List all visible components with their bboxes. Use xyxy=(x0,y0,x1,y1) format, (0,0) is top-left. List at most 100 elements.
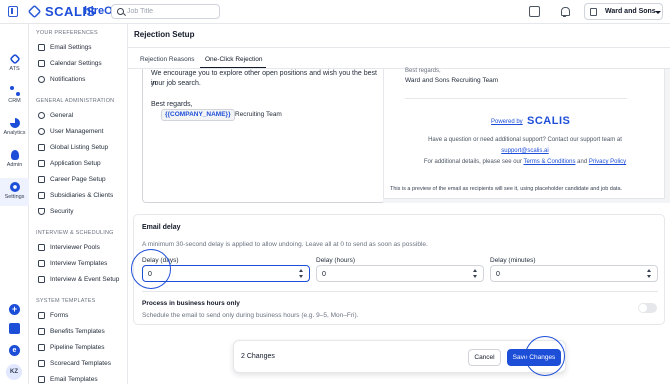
chevron-down-icon xyxy=(655,11,661,14)
nav-item-notifications[interactable]: Notifications xyxy=(36,74,126,87)
delay-minutes-input[interactable] xyxy=(496,269,636,279)
terms-link[interactable]: Terms & Conditions xyxy=(523,159,575,165)
nav-section-title: YOUR PREFERENCES xyxy=(36,30,98,36)
nav-item-benefits-templates[interactable]: Benefits Templates xyxy=(36,326,126,339)
e-logo-icon[interactable]: e xyxy=(9,345,20,356)
email-body-editor[interactable]: We encourage you to explore other open p… xyxy=(142,69,385,203)
nav-item-scorecard-templates[interactable]: Scorecard Templates xyxy=(36,358,126,371)
support-email-link[interactable]: support@scalis.ai xyxy=(501,148,548,154)
stepper-icon[interactable] xyxy=(473,268,479,279)
stepper-icon[interactable] xyxy=(647,268,653,279)
company-name-token[interactable]: {{COMPANY_NAME}} xyxy=(161,109,235,121)
delay-days-field[interactable] xyxy=(142,265,310,282)
stepper-icon[interactable] xyxy=(299,268,305,279)
rail-label: Admin xyxy=(6,162,23,168)
delay-hours-field[interactable] xyxy=(316,265,484,282)
business-hours-toggle[interactable] xyxy=(638,303,657,313)
rail-label: Settings xyxy=(4,194,25,200)
privacy-link[interactable]: Privacy Policy xyxy=(589,159,626,165)
search-icon xyxy=(117,8,124,15)
search-input[interactable] xyxy=(127,6,217,17)
benefits-icon xyxy=(38,328,45,335)
nav-section-title: GENERAL ADMINISTRATION xyxy=(36,98,115,104)
pool-icon xyxy=(38,244,45,251)
search-box[interactable] xyxy=(111,4,220,19)
pipeline-icon xyxy=(38,344,45,351)
template-icon xyxy=(38,260,45,267)
company-name: Ward and Sons xyxy=(605,8,656,15)
shield-icon xyxy=(38,208,45,215)
sidebar-toggle-icon[interactable] xyxy=(8,6,18,17)
rail-label: ATS xyxy=(9,66,20,72)
nav-item-interviewer-pools[interactable]: Interviewer Pools xyxy=(36,242,126,255)
chat-icon[interactable] xyxy=(529,6,540,17)
bell-icon[interactable] xyxy=(559,6,570,17)
nav-item-label: Application Setup xyxy=(50,160,101,167)
delay-minutes-field[interactable] xyxy=(490,265,658,282)
delay-minutes-label: Delay (minutes) xyxy=(490,257,536,264)
nav-item-global-listing-setup[interactable]: Global Listing Setup xyxy=(36,142,126,155)
unsaved-changes-bar: 2 Changes Cancel Save Changes xyxy=(233,340,566,373)
tab-rejection-reasons[interactable]: Rejection Reasons xyxy=(140,56,195,63)
rail-item-crm[interactable]: CRM xyxy=(0,86,29,104)
company-switcher[interactable]: Ward and Sons xyxy=(584,3,663,20)
avatar[interactable]: KZ xyxy=(6,364,22,380)
tab-one-click-rejection[interactable]: One-Click Rejection xyxy=(205,56,262,63)
app-rail: ATS CRM Analytics Admin Settings + e KZ xyxy=(0,24,29,384)
nav-item-career-page-setup[interactable]: Career Page Setup xyxy=(36,174,126,187)
rail-item-ats[interactable]: ATS xyxy=(0,53,29,72)
business-hours-title: Process in business hours only xyxy=(142,300,240,307)
preview-signature: Ward and Sons Recruiting Team xyxy=(405,77,499,84)
divider xyxy=(128,47,670,48)
settings-icon xyxy=(9,182,20,192)
delay-days-input[interactable] xyxy=(148,269,288,279)
user-plus-icon xyxy=(38,128,45,135)
nav-item-label: Pipeline Templates xyxy=(50,344,105,351)
rail-label: Analytics xyxy=(3,130,26,136)
nav-item-label: Forms xyxy=(50,312,69,319)
nav-item-forms[interactable]: Forms xyxy=(36,310,126,323)
listing-icon xyxy=(38,144,45,151)
nav-item-calendar-settings[interactable]: Calendar Settings xyxy=(36,58,126,71)
nav-item-general[interactable]: General xyxy=(36,110,126,123)
powered-by-link[interactable]: Powered by xyxy=(491,119,523,125)
divider xyxy=(405,98,627,99)
application-icon xyxy=(38,160,45,167)
nav-item-email-settings[interactable]: Email Settings xyxy=(36,42,126,55)
mail-icon xyxy=(38,376,45,383)
delay-days-label: Delay (days) xyxy=(142,257,179,264)
nav-item-user-management[interactable]: User Management xyxy=(36,126,126,139)
event-icon xyxy=(38,276,45,283)
nav-section-title: SYSTEM TEMPLATES xyxy=(36,298,96,304)
copy-icon[interactable] xyxy=(9,323,20,334)
nav-item-label: Career Page Setup xyxy=(50,176,106,183)
nav-item-application-setup[interactable]: Application Setup xyxy=(36,158,126,171)
delay-hours-label: Delay (hours) xyxy=(316,257,356,264)
nav-item-label: User Management xyxy=(50,128,104,135)
nav-item-interview-event-setup[interactable]: Interview & Event Setup xyxy=(36,274,126,287)
editor-line: Recruiting Team xyxy=(235,111,282,118)
notifications-icon xyxy=(38,76,45,83)
preview-brand-logo: SCALIS xyxy=(527,115,571,127)
delay-hours-input[interactable] xyxy=(322,269,462,279)
nav-item-label: Email Settings xyxy=(50,44,92,51)
nav-item-interview-templates[interactable]: Interview Templates xyxy=(36,258,126,271)
nav-item-security[interactable]: Security xyxy=(36,206,126,219)
nav-item-label: Benefits Templates xyxy=(50,328,105,335)
save-changes-button[interactable]: Save Changes xyxy=(507,349,561,366)
rail-item-admin[interactable]: Admin xyxy=(0,150,29,168)
add-icon[interactable]: + xyxy=(9,304,20,315)
editor-line: your job search. xyxy=(151,80,201,87)
rail-item-settings[interactable]: Settings xyxy=(0,178,29,206)
main-content: Rejection Setup Rejection Reasons One-Cl… xyxy=(128,24,670,384)
nav-item-subsidiaries-clients[interactable]: Subsidiaries & Clients xyxy=(36,190,126,203)
nav-item-email-templates[interactable]: Email Templates xyxy=(36,374,126,384)
nav-item-label: Interview Templates xyxy=(50,260,108,267)
cancel-button[interactable]: Cancel xyxy=(468,349,501,366)
business-hours-description: Schedule the email to send only during b… xyxy=(142,312,359,319)
delay-description: A minimum 30-second delay is applied to … xyxy=(142,241,428,248)
rail-item-analytics[interactable]: Analytics xyxy=(0,118,29,136)
nav-item-label: General xyxy=(50,112,74,119)
page-icon xyxy=(38,176,45,183)
nav-item-pipeline-templates[interactable]: Pipeline Templates xyxy=(36,342,126,355)
